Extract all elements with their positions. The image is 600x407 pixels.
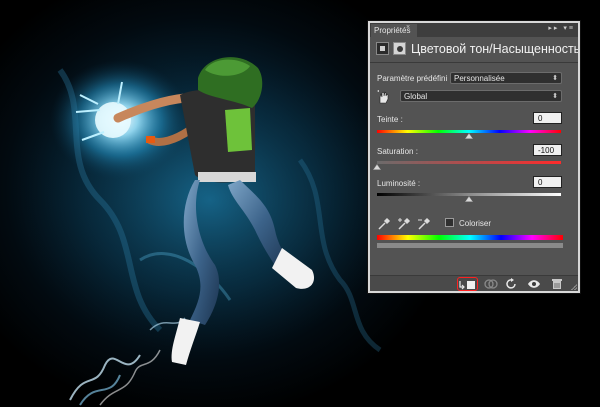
panel-tab-bar: Propriétés × ▸▸ ▾≡ xyxy=(370,23,578,37)
reset-icon[interactable] xyxy=(505,278,519,290)
preset-dropdown[interactable]: Personnalisée ⬍ xyxy=(450,72,562,84)
visibility-eye-icon[interactable] xyxy=(527,278,541,290)
colorize-checkbox[interactable] xyxy=(445,218,454,227)
divider xyxy=(370,62,578,63)
saturation-slider-track[interactable] xyxy=(377,161,561,164)
lightness-label: Luminosité : xyxy=(377,179,421,188)
saturation-slider-thumb[interactable] xyxy=(373,164,381,170)
hue-saturation-icon[interactable] xyxy=(376,42,389,55)
hue-label: Teinte : xyxy=(377,115,403,124)
dropdown-arrow-icon: ⬍ xyxy=(552,75,558,82)
resize-grip-icon[interactable] xyxy=(571,284,577,290)
eyedropper-plus-icon[interactable] xyxy=(397,217,411,231)
close-icon[interactable]: × xyxy=(406,24,410,31)
clip-to-layer-icon xyxy=(459,281,475,290)
eyedropper-icon[interactable] xyxy=(377,217,391,231)
clip-to-layer-button[interactable] xyxy=(457,277,478,291)
tab-properties-label: Propriétés xyxy=(374,26,411,35)
trash-icon[interactable] xyxy=(551,278,563,290)
panel-menu-icon[interactable]: ▸▸ ▾≡ xyxy=(548,24,575,32)
colorize-label: Coloriser xyxy=(459,219,492,228)
channel-value: Global xyxy=(404,92,428,101)
preset-label: Paramètre prédéfini : xyxy=(377,74,452,83)
panel-title: Цветовой тон/Насыщенность xyxy=(411,42,580,56)
targeted-adjust-hand-icon[interactable] xyxy=(377,90,391,104)
tab-properties[interactable]: Propriétés xyxy=(371,24,417,37)
saturation-label: Saturation : xyxy=(377,147,418,156)
preset-value: Personnalisée xyxy=(454,74,505,83)
properties-panel: Propriétés × ▸▸ ▾≡ Цветовой тон/Насыщенн… xyxy=(368,21,580,293)
input-color-ramp xyxy=(377,235,563,240)
hue-input[interactable] xyxy=(533,112,562,124)
output-color-ramp xyxy=(377,243,563,248)
lightness-input[interactable] xyxy=(533,176,562,188)
saturation-input[interactable] xyxy=(533,144,562,156)
view-previous-state-icon[interactable] xyxy=(483,278,499,290)
channel-dropdown[interactable]: Global ⬍ xyxy=(400,90,562,102)
mask-icon[interactable] xyxy=(393,42,406,55)
hue-slider-thumb[interactable] xyxy=(465,133,473,139)
dropdown-arrow-icon: ⬍ xyxy=(552,93,558,100)
lightness-slider-thumb[interactable] xyxy=(465,196,473,202)
panel-title-row: Цветовой тон/Насыщенность xyxy=(376,41,578,57)
eyedropper-minus-icon[interactable] xyxy=(417,217,431,231)
panel-bottom-toolbar xyxy=(370,275,578,291)
